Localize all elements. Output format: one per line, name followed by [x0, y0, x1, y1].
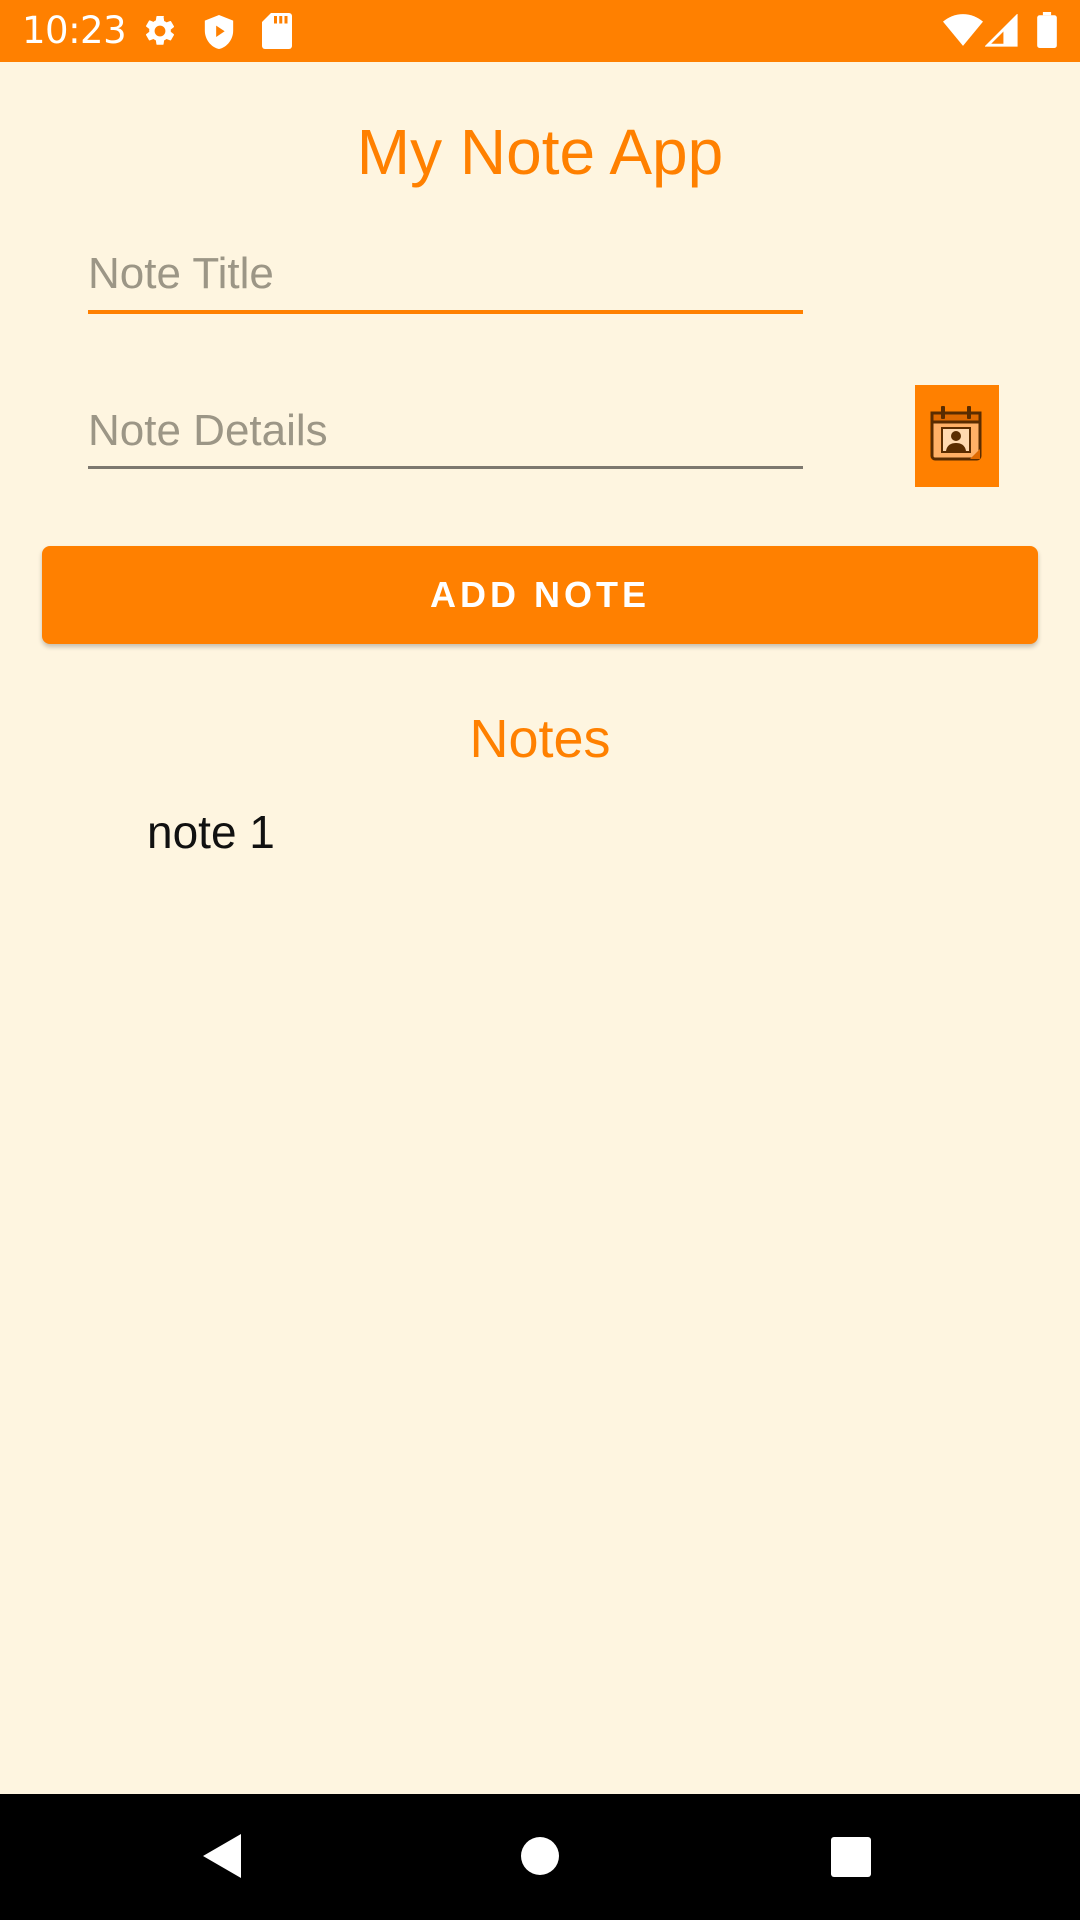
note-details-input[interactable] — [88, 395, 803, 467]
add-note-button[interactable]: ADD NOTE — [42, 546, 1038, 644]
note-title-input[interactable] — [88, 238, 803, 310]
note-title-field-container — [88, 238, 803, 318]
note-details-field-container — [88, 395, 803, 475]
status-bar: 10:23 — [0, 0, 1080, 62]
calendar-contact-icon — [928, 403, 986, 470]
note-list-item[interactable]: note 1 — [147, 800, 275, 864]
app-title: My Note App — [356, 116, 724, 188]
battery-icon — [1036, 12, 1058, 53]
note-details-underline — [88, 466, 803, 469]
calendar-button[interactable] — [915, 385, 999, 487]
shield-icon — [202, 13, 236, 56]
sd-card-icon — [262, 13, 292, 54]
back-icon[interactable] — [203, 1834, 241, 1878]
recents-icon[interactable] — [831, 1837, 871, 1877]
home-icon[interactable] — [521, 1837, 559, 1875]
status-time: 10:23 — [22, 9, 127, 52]
notes-list: note 1 — [147, 800, 275, 864]
gear-icon — [142, 13, 178, 54]
note-title-underline — [88, 310, 803, 314]
navigation-bar — [0, 1794, 1080, 1920]
wifi-icon — [943, 14, 983, 51]
signal-icon — [984, 13, 1019, 53]
notes-header: Notes — [469, 709, 611, 769]
